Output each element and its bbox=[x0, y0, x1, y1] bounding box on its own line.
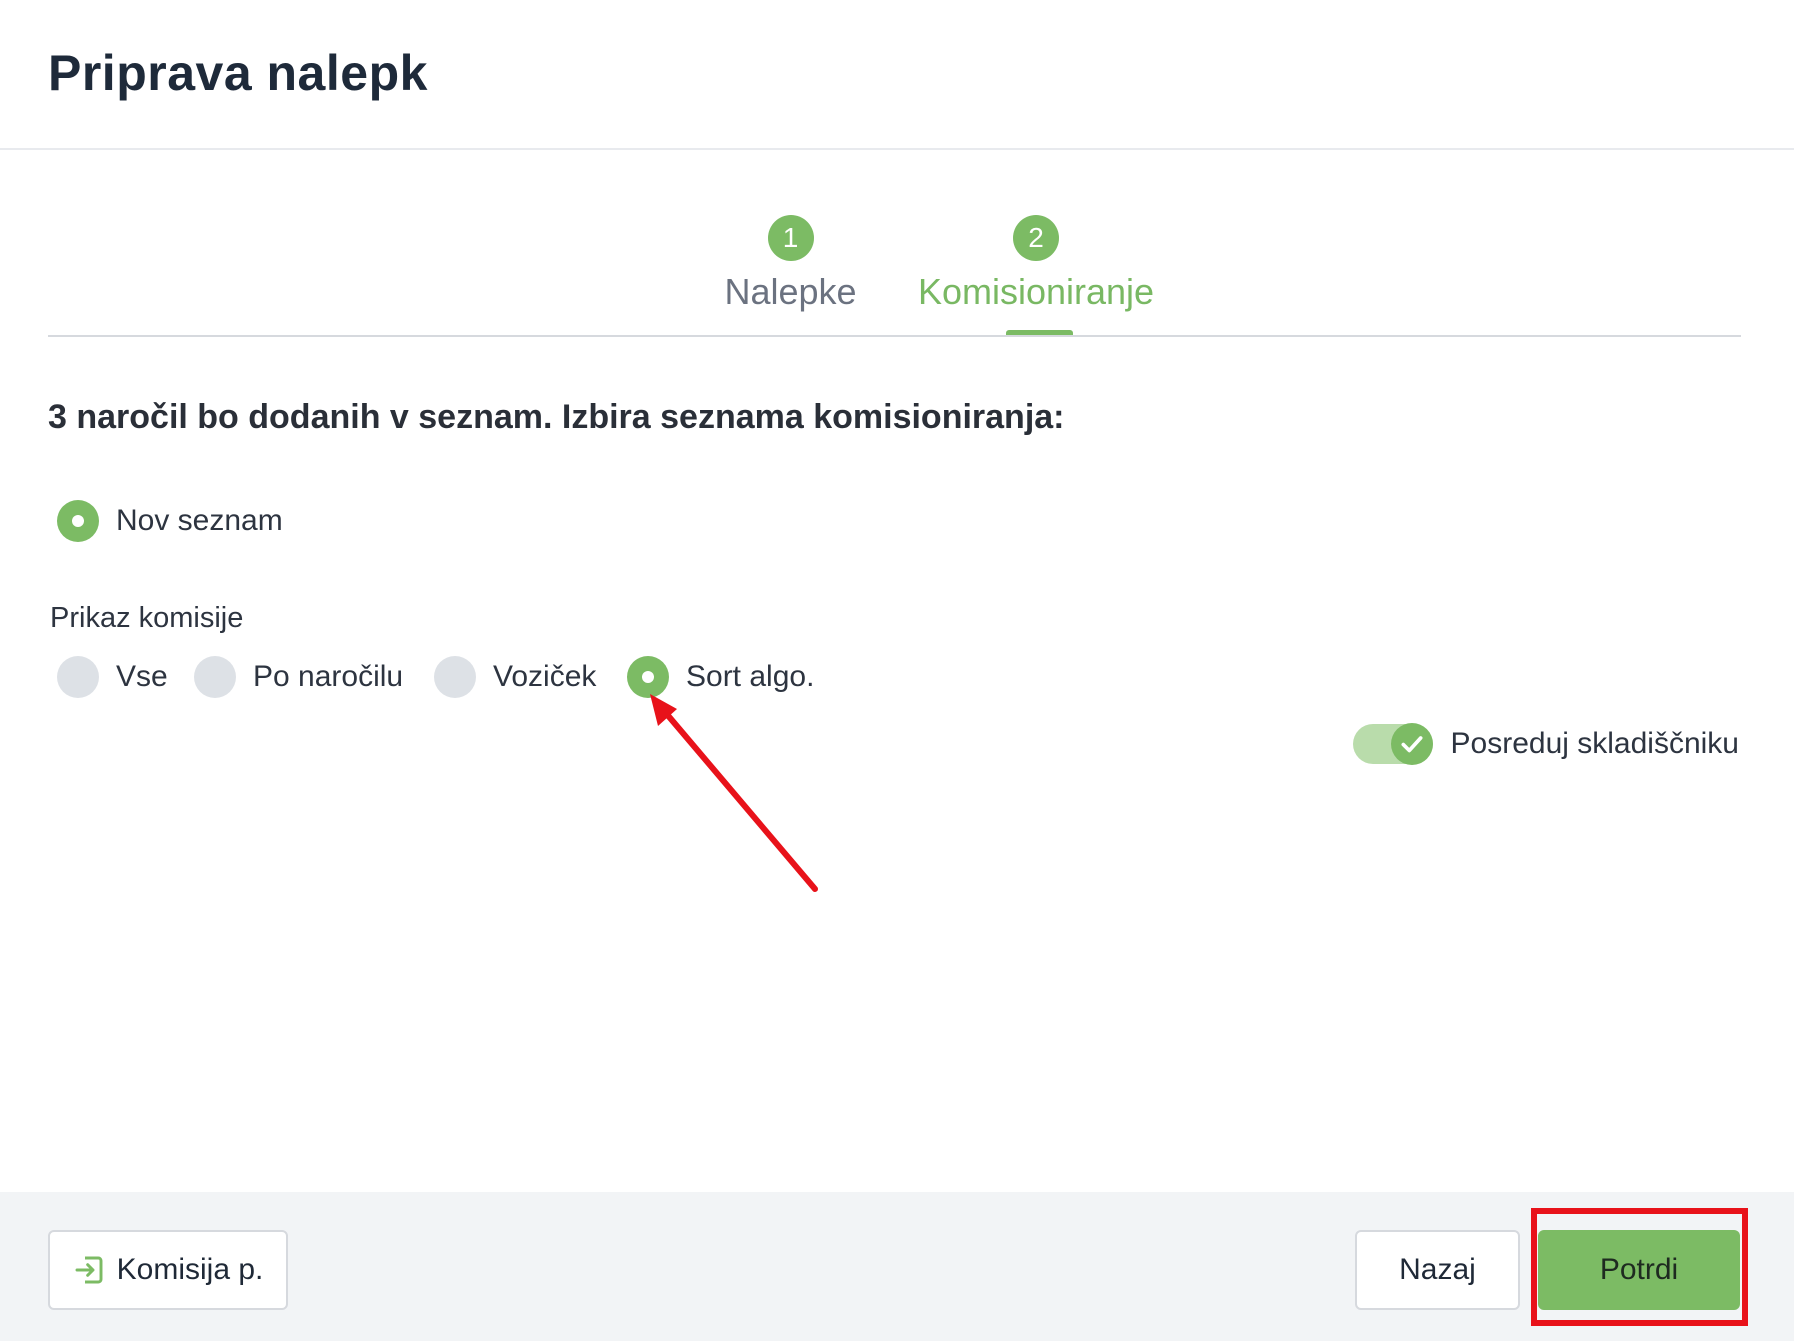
toggle-knob bbox=[1390, 723, 1433, 765]
radio-label: Sort algo. bbox=[686, 660, 815, 693]
radio-label: Voziček bbox=[493, 660, 597, 693]
radio-label: Po naročilu bbox=[253, 660, 404, 693]
toggle-switch[interactable] bbox=[1352, 723, 1433, 765]
back-button[interactable]: Nazaj bbox=[1355, 1230, 1520, 1310]
radio-button[interactable] bbox=[57, 500, 99, 542]
export-icon bbox=[73, 1254, 105, 1286]
picklist-question: 3 naročil bo dodanih v seznam. Izbira se… bbox=[48, 398, 1065, 436]
radio-vse[interactable]: Vse bbox=[57, 656, 168, 698]
radio-label: Vse bbox=[116, 660, 168, 693]
forward-to-warehouse-toggle[interactable]: Posreduj skladiščniku bbox=[1352, 723, 1739, 765]
check-icon bbox=[1401, 736, 1423, 753]
dialog-header: Priprava nalepk bbox=[0, 0, 1794, 150]
dialog-title: Priprava nalepk bbox=[48, 45, 428, 101]
komisija-button[interactable]: Komisija p. bbox=[48, 1230, 288, 1310]
dialog-footer: Komisija p. Nazaj Potrdi bbox=[0, 1192, 1794, 1341]
radio-po-narocilu[interactable]: Po naročilu bbox=[194, 656, 403, 698]
radio-nov-seznam[interactable]: Nov seznam bbox=[57, 500, 283, 542]
radio-button[interactable] bbox=[194, 656, 236, 698]
annotation-highlight-box bbox=[1531, 1208, 1748, 1326]
radio-label: Nov seznam bbox=[116, 504, 283, 537]
step-number: 1 bbox=[767, 215, 814, 261]
step-label: Komisioniranje bbox=[917, 271, 1155, 312]
button-label: Komisija p. bbox=[116, 1253, 264, 1286]
stepper-divider bbox=[48, 335, 1741, 337]
radio-button[interactable] bbox=[57, 656, 99, 698]
radio-sort-algo[interactable]: Sort algo. bbox=[627, 656, 814, 698]
radio-button[interactable] bbox=[627, 656, 669, 698]
step-number: 2 bbox=[1013, 215, 1059, 261]
stepper: 1 Nalepke 2 Komisioniranje bbox=[48, 150, 1741, 338]
toggle-label: Posreduj skladiščniku bbox=[1450, 727, 1739, 760]
step-komisioniranje[interactable]: 2 Komisioniranje bbox=[856, 215, 1216, 335]
display-section-label: Prikaz komisije bbox=[50, 602, 244, 634]
radio-vozicek[interactable]: Voziček bbox=[434, 656, 596, 698]
radio-button[interactable] bbox=[434, 656, 476, 698]
